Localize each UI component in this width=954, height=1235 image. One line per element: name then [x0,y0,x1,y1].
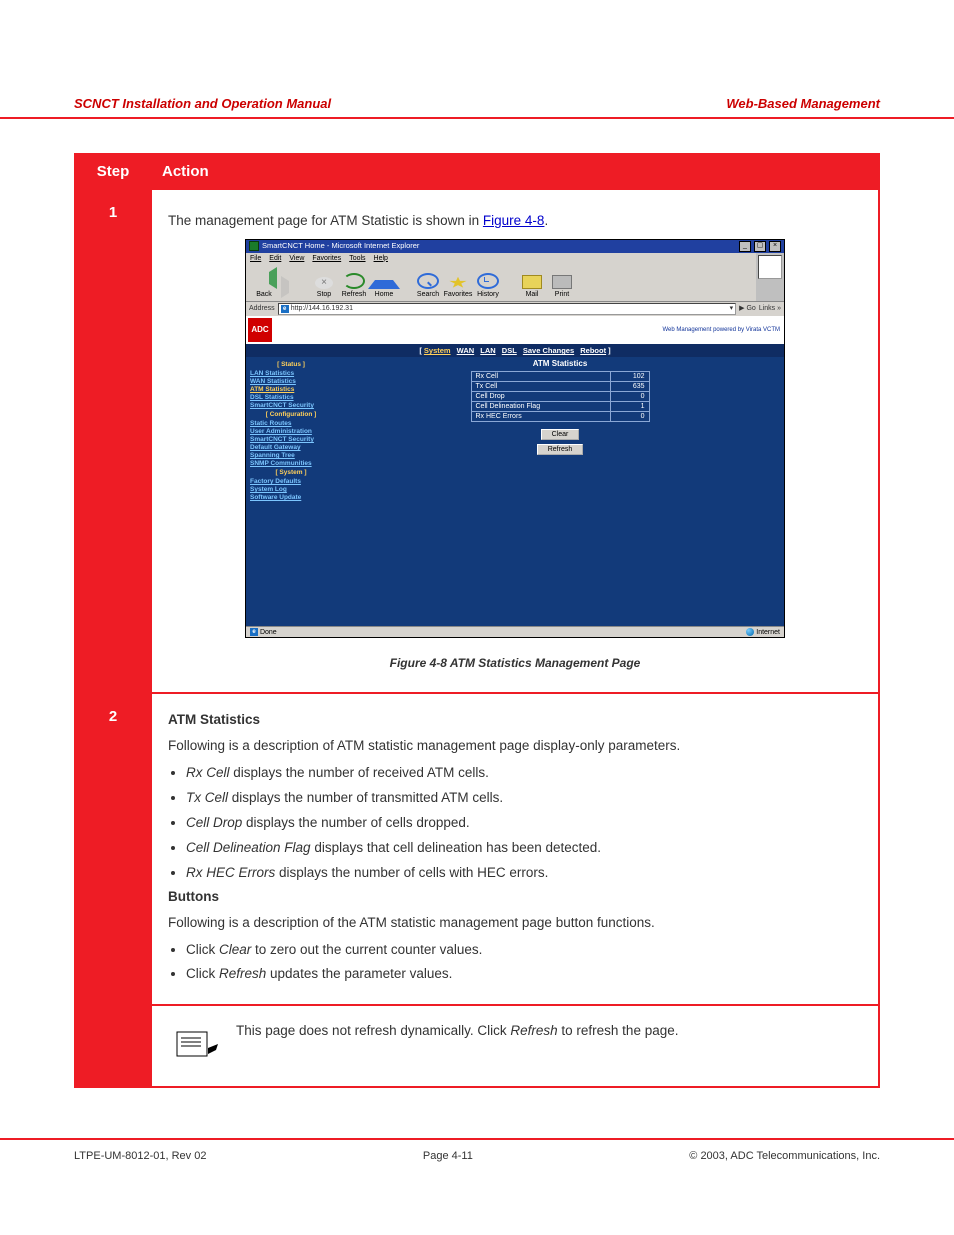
tab-lan[interactable]: LAN [480,346,495,355]
nav-syslog[interactable]: System Log [250,486,332,493]
menu-bar[interactable]: File Edit View Favorites Tools Help [246,253,756,265]
sec-atm-intro: Following is a description of ATM statis… [168,737,862,756]
screenshot-browser: SmartCNCT Home - Microsoft Internet Expl… [245,239,785,638]
note-text: This page does not refresh dynamically. … [226,1022,678,1070]
nav-snmp[interactable]: SNMP Communities [250,460,332,467]
sidehdr-system: [ System ] [250,469,332,476]
nav-lan-stats[interactable]: LAN Statistics [250,370,332,377]
sidehdr-config: [ Configuration ] [250,411,332,418]
status-page-icon: e [250,628,258,636]
refresh-button[interactable]: Refresh [340,273,368,300]
nav-static-routes[interactable]: Static Routes [250,420,332,427]
address-field[interactable]: ehttp://144.16.192.31▾ [278,303,736,315]
sec-atm-title: ATM Statistics [168,712,862,727]
address-label: Address [249,304,275,314]
nav-dsl-stats[interactable]: DSL Statistics [250,394,332,401]
adc-logo: ADC [248,318,272,342]
menu-file[interactable]: File [250,254,261,264]
nav-user-admin[interactable]: User Administration [250,428,332,435]
panel-refresh-button[interactable]: Refresh [537,444,584,455]
footer-left: LTPE-UM-8012-01, Rev 02 [74,1150,206,1162]
go-button[interactable]: ▶Go [739,304,756,314]
favorites-button[interactable]: Favorites [444,277,472,300]
throbber-icon [758,255,782,279]
links-button[interactable]: Links » [759,304,781,314]
side-nav: [ Status ] LAN Statistics WAN Statistics… [246,357,336,626]
nav-atm-stats[interactable]: ATM Statistics [250,386,332,393]
menu-fav[interactable]: Favorites [312,254,341,264]
procedure-table: Step Action 1 The management page for AT… [74,153,880,1088]
nav-factory[interactable]: Factory Defaults [250,478,332,485]
max-button[interactable]: ▢ [754,241,766,252]
step-2-num: 2 [75,693,151,1005]
menu-view[interactable]: View [289,254,304,264]
tagline: Web Management powered by Virata VCTM [662,327,780,333]
clear-button[interactable]: Clear [541,429,580,440]
sec-buttons-intro: Following is a description of the ATM st… [168,914,862,933]
tab-wan[interactable]: WAN [457,346,475,355]
print-button[interactable]: Print [548,275,576,300]
close-button[interactable]: × [769,241,781,252]
stop-button[interactable]: Stop [310,277,338,300]
tab-save[interactable]: Save Changes [523,346,574,355]
figure-ref-link[interactable]: Figure 4-8 [483,213,545,228]
footer-right: © 2003, ADC Telecommunications, Inc. [689,1150,880,1162]
window-title: SmartCNCT Home - Microsoft Internet Expl… [262,241,419,252]
menu-edit[interactable]: Edit [269,254,281,264]
tab-dsl[interactable]: DSL [502,346,517,355]
col-head-step: Step [75,154,151,189]
sec-buttons-title: Buttons [168,889,862,904]
toolbar: Back Stop Refresh Home Search Favorites [246,265,756,302]
step-1-caption: The management page for ATM Statistic is… [168,212,862,231]
nav-sec-config[interactable]: SmartCNCT Security [250,436,332,443]
ie-app-icon [249,241,259,251]
doc-title-right: Web-Based Management [726,96,880,111]
step-1-num: 1 [75,189,151,693]
home-button[interactable]: Home [370,268,398,300]
note-icon [170,1022,224,1070]
step-3-num [75,1005,151,1087]
figure-caption: Figure 4-8 ATM Statistics Management Pag… [168,656,862,670]
nav-default-gw[interactable]: Default Gateway [250,444,332,451]
menu-help[interactable]: Help [374,254,388,264]
nav-sec-status[interactable]: SmartCNCT Security [250,402,332,409]
tab-bar: [System WAN LAN DSL Save Changes Reboot] [246,344,784,357]
sidehdr-status: [ Status ] [250,361,332,368]
stats-table: Rx Cell102 Tx Cell635 Cell Drop0 Cell De… [471,371,650,422]
mail-button[interactable]: Mail [518,275,546,300]
menu-tools[interactable]: Tools [349,254,365,264]
globe-icon [746,628,754,636]
status-zone: Internet [756,629,780,636]
nav-swupdate[interactable]: Software Update [250,494,332,501]
min-button[interactable]: _ [739,241,751,252]
nav-wan-stats[interactable]: WAN Statistics [250,378,332,385]
col-head-action: Action [151,154,879,189]
history-button[interactable]: History [474,273,502,300]
back-button[interactable]: Back [250,267,278,300]
tab-system[interactable]: System [424,346,451,355]
forward-button [280,276,308,299]
status-left: Done [260,629,277,636]
tab-reboot[interactable]: Reboot [580,346,606,355]
param-list: Rx Cell displays the number of received … [168,764,862,882]
ie-page-icon: e [281,305,289,313]
search-button[interactable]: Search [414,273,442,300]
button-list: Click Clear to zero out the current coun… [168,941,862,985]
footer-center: Page 4-11 [206,1150,689,1162]
doc-title-left: SCNCT Installation and Operation Manual [74,96,331,111]
header-rule [0,117,954,119]
panel-title: ATM Statistics [344,359,776,368]
nav-spanning[interactable]: Spanning Tree [250,452,332,459]
